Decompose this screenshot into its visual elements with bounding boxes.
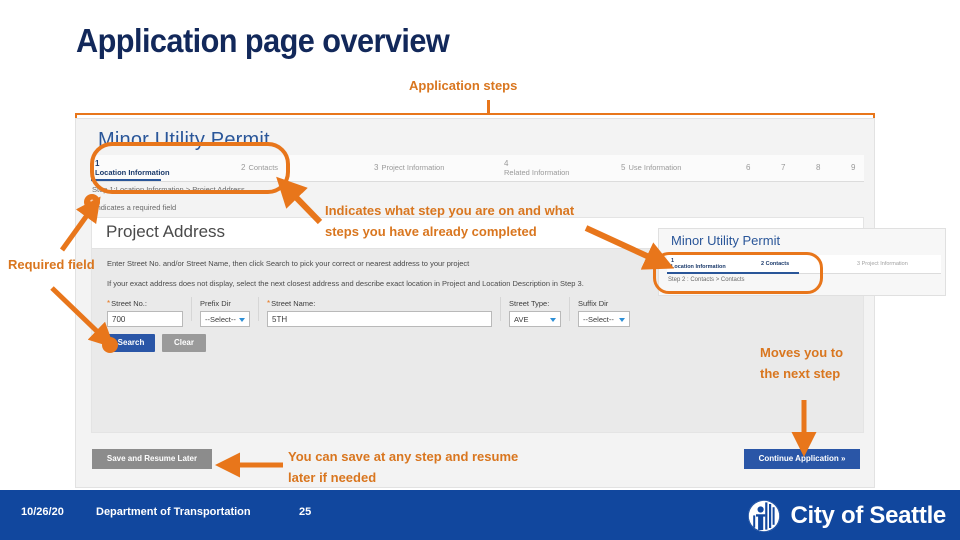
suffix-dir-select[interactable]: --Select-- [578,311,630,327]
footer-page-number: 25 [299,506,312,518]
slide: Application page overview Application st… [0,0,960,540]
highlight-ring-inset-step-tabs [653,252,823,294]
save-and-resume-later-button[interactable]: Save and Resume Later [92,449,212,469]
footer-date: 10/26/20 [21,506,64,518]
hint-closest-address: If your exact address does not display, … [107,279,584,288]
field-street-type: Street Type: AVE [509,299,561,327]
field-prefix-dir: Prefix Dir --Select-- [200,299,250,327]
step-label: Project Information [861,261,908,267]
clear-button[interactable]: Clear [162,334,206,352]
field-label: Prefix Dir [200,299,231,308]
step-label: Project Information [381,163,445,172]
step-number: 9 [851,163,856,172]
prefix-dir-select[interactable]: --Select-- [200,311,250,327]
step-label: Use Information [628,163,682,172]
required-field-note: *indicates a required field [92,203,177,212]
step-number: 6 [746,163,751,172]
hint-search: Enter Street No. and/or Street Name, the… [107,259,470,268]
step-number: 5 [621,163,626,172]
field-label: Street Type: [509,299,550,308]
field-label: Suffix Dir [578,299,609,308]
inset-app-title: Minor Utility Permit [671,233,781,248]
inset-step-tab-3[interactable]: 3 Project Information [857,261,908,267]
footer-department: Department of Transportation [96,506,251,518]
step-tab-5[interactable]: 5 Use Information [621,163,681,172]
annotation-step-indicator: Indicates what step you are on and what … [325,203,575,239]
step-tab-6[interactable]: 6 [746,163,753,172]
slide-footer: 10/26/20 Department of Transportation 25… [0,490,960,540]
page-title: Application page overview [76,22,450,59]
brand-name: City of Seattle [790,502,946,529]
seattle-emblem-icon [748,500,781,532]
chevron-down-icon [550,318,556,322]
field-divider [500,297,501,321]
required-asterisk: * [107,299,111,308]
chevron-down-icon [239,318,245,322]
annotation-required-field: Required field [8,257,95,272]
step-number: 8 [816,163,821,172]
required-asterisk: * [267,299,271,308]
field-street-no: *Street No.: 700 [107,299,183,327]
step-number: 4 [504,159,509,168]
step-tab-7[interactable]: 7 [781,163,788,172]
step-tab-9[interactable]: 9 [851,163,858,172]
street-name-input[interactable]: 5TH [267,311,492,327]
field-divider [569,297,570,321]
city-of-seattle-logo: City of Seattle [747,498,946,534]
section-heading: Project Address [106,222,226,241]
step-number: 3 [374,163,379,172]
field-label: *Street Name: [267,299,316,308]
bracket-stem [487,100,490,114]
step-number: 7 [781,163,786,172]
street-type-select[interactable]: AVE [509,311,561,327]
field-divider [258,297,259,321]
required-marker-note: * [84,194,100,210]
step-label: Related Information [504,168,570,177]
callout-application-steps: Application steps [409,78,518,93]
highlight-ring-step-tabs [90,142,290,194]
chevron-down-icon [619,318,625,322]
field-label: *Street No.: [107,299,147,308]
field-divider [191,297,192,321]
annotation-next-step: Moves you to the next step [760,345,844,381]
field-street-name: *Street Name: 5TH [267,299,492,327]
street-no-input[interactable]: 700 [107,311,183,327]
step-tab-3[interactable]: 3 Project Information [374,163,444,172]
step-tab-8[interactable]: 8 [816,163,823,172]
step-tab-4[interactable]: 4 Related Information [504,159,569,177]
required-marker-field: * [102,337,118,353]
annotation-save-resume: You can save at any step and resume late… [288,449,519,485]
step-number: 3 [857,261,861,267]
field-suffix-dir: Suffix Dir --Select-- [578,299,630,327]
continue-application-button[interactable]: Continue Application » [744,449,860,469]
